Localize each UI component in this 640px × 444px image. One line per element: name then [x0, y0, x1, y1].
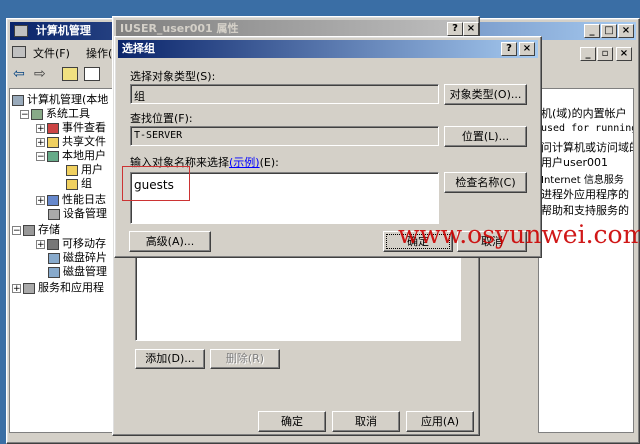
member-of-list[interactable] [135, 249, 461, 341]
properties-close-button[interactable]: × [463, 22, 479, 36]
tree-item-disk-defrag[interactable]: 磁盘碎片 [48, 251, 107, 264]
tree-item-services-apps[interactable]: + 服务和应用程 [12, 281, 104, 294]
mmc-title: 计算机管理 [35, 24, 91, 37]
description-cell: 进程外应用程序的 [541, 188, 629, 201]
mmc-maximize-button[interactable]: □ [601, 24, 617, 38]
mmc-minimize-button[interactable]: _ [584, 24, 600, 38]
tree-item-shared-folders[interactable]: + 共享文件 [36, 135, 106, 148]
event-viewer-icon [47, 122, 59, 134]
collapse-icon[interactable]: − [20, 109, 29, 119]
check-names-button[interactable]: 检查名称(C) [444, 172, 527, 193]
disk-management-icon [48, 266, 60, 278]
expand-icon[interactable]: + [36, 195, 45, 205]
performance-icon [47, 194, 59, 206]
select-close-button[interactable]: × [519, 42, 535, 56]
add-button[interactable]: 添加(D)... [135, 349, 205, 369]
properties-cancel-button[interactable]: 取消 [332, 411, 400, 432]
tree-item-device-manager[interactable]: 设备管理 [48, 207, 107, 220]
back-arrow-icon[interactable]: ⇦ [13, 66, 25, 82]
child-close-button[interactable]: × [616, 47, 632, 61]
description-cell: 问计算机或访问域的 [541, 141, 634, 154]
select-help-button[interactable]: ? [501, 42, 517, 56]
properties-apply-button[interactable]: 应用(A) [406, 411, 474, 432]
location-field: T-SERVER [130, 126, 439, 146]
users-icon [47, 150, 59, 162]
tree-pane: 计算机管理(本地 − 系统工具 + 事件查看 + 共享文件 − 本地用户 用户 组 + 性… [9, 88, 115, 433]
locations-button[interactable]: 位置(L)... [444, 126, 527, 147]
mmc-app-icon [14, 25, 28, 37]
show-tree-icon[interactable] [84, 67, 100, 81]
mmc-menu-icon[interactable] [12, 46, 26, 58]
services-icon [23, 282, 35, 294]
expand-icon[interactable]: + [12, 283, 21, 293]
description-cell: Internet 信息服务 [541, 175, 624, 186]
properties-ok-button[interactable]: 确定 [258, 411, 326, 432]
advanced-button[interactable]: 高级(A)... [129, 231, 211, 252]
storage-icon [23, 224, 35, 236]
object-type-label: 选择对象类型(S): [130, 70, 216, 83]
description-cell: 用户user001 [541, 156, 608, 169]
tools-icon [31, 108, 43, 120]
remove-button[interactable]: 删除(R) [210, 349, 280, 369]
device-manager-icon [48, 208, 60, 220]
tree-item-disk-management[interactable]: 磁盘管理 [48, 265, 107, 278]
mmc-close-button[interactable]: × [618, 24, 634, 38]
tree-item-removable-storage[interactable]: + 可移动存 [36, 237, 106, 250]
menu-file[interactable]: 文件(F) [33, 45, 70, 61]
properties-help-button[interactable]: ? [447, 22, 463, 36]
details-pane: 机(域)的内置帐户 used for running 问计算机或访问域的 用户u… [538, 88, 634, 433]
folder-icon [66, 164, 78, 176]
object-type-field: 组 [130, 84, 439, 104]
expand-icon[interactable]: + [36, 137, 45, 147]
description-cell: used for running [541, 123, 634, 134]
properties-title: IUSER_user001 属性 [120, 22, 239, 35]
expand-icon[interactable]: + [36, 239, 45, 249]
collapse-icon[interactable]: − [36, 151, 45, 161]
expand-icon[interactable]: + [36, 123, 45, 133]
description-cell: 机(域)的内置帐户 [541, 107, 627, 120]
description-cell: 帮助和支持服务的 [541, 204, 629, 217]
collapse-icon[interactable]: − [12, 225, 21, 235]
location-label: 查找位置(F): [130, 112, 193, 125]
select-groups-titlebar[interactable]: 选择组 [118, 40, 538, 58]
child-minimize-button[interactable]: _ [580, 47, 596, 61]
tree-item-storage[interactable]: − 存储 [12, 223, 60, 236]
tree-item-groups[interactable]: 组 [66, 177, 92, 190]
folder-icon [66, 178, 78, 190]
tree-item-event-viewer[interactable]: + 事件查看 [36, 121, 106, 134]
removable-storage-icon [47, 238, 59, 250]
select-groups-title: 选择组 [122, 42, 155, 55]
defrag-icon [48, 252, 60, 264]
forward-arrow-icon[interactable]: ⇨ [34, 66, 46, 82]
object-types-button[interactable]: 对象类型(O)... [444, 84, 527, 105]
menu-action[interactable]: 操作( [86, 45, 112, 61]
tree-item-users[interactable]: 用户 [66, 163, 103, 176]
tree-item-local-users[interactable]: − 本地用户 [36, 149, 106, 162]
watermark-text: www.osyunwei.com [398, 220, 640, 249]
tree-item-system-tools[interactable]: − 系统工具 [20, 107, 90, 120]
tree-item-computer-management[interactable]: 计算机管理(本地 [12, 93, 108, 106]
child-restore-button[interactable]: ▫ [597, 47, 613, 61]
highlight-box [122, 166, 190, 201]
shared-folder-icon [47, 136, 59, 148]
up-folder-icon[interactable] [62, 67, 78, 81]
computer-icon [12, 94, 24, 106]
examples-link[interactable]: (示例) [229, 156, 260, 169]
tree-item-performance-logs[interactable]: + 性能日志 [36, 193, 106, 206]
